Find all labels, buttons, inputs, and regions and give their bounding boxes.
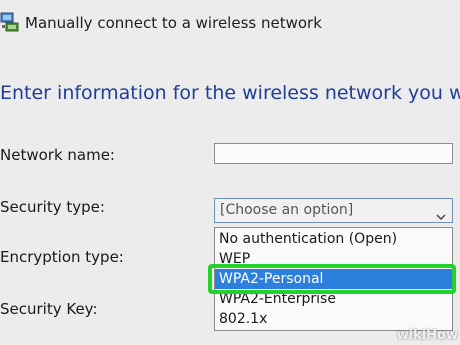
watermark-logo: wikiHow <box>396 328 458 343</box>
option-8021x[interactable]: 802.1x <box>215 309 452 329</box>
option-no-authentication[interactable]: No authentication (Open) <box>215 229 452 249</box>
security-type-label: Security type: <box>0 198 105 216</box>
network-name-input[interactable] <box>214 143 453 164</box>
title-bar: Manually connect to a wireless network <box>0 0 460 44</box>
network-icon <box>0 11 20 33</box>
security-type-select[interactable]: [Choose an option] <box>214 198 453 223</box>
window-title: Manually connect to a wireless network <box>25 14 322 32</box>
security-key-label: Security Key: <box>0 300 98 318</box>
network-name-label: Network name: <box>0 146 115 164</box>
security-type-value: [Choose an option] <box>220 202 354 218</box>
highlight-ring <box>208 264 456 294</box>
page-heading: Enter information for the wireless netwo… <box>0 82 460 104</box>
encryption-type-label: Encryption type: <box>0 248 124 266</box>
chevron-down-icon <box>436 206 446 221</box>
